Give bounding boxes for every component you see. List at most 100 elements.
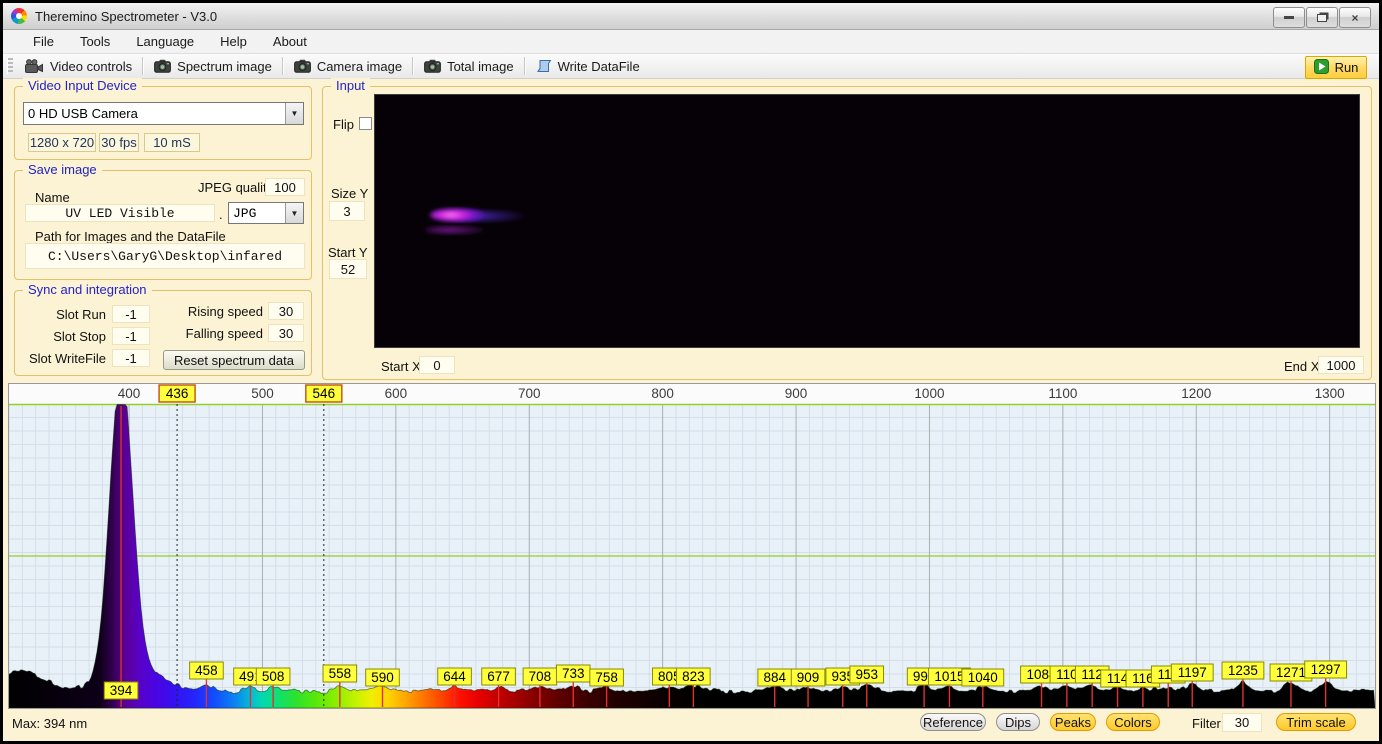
start-x-field[interactable]: 0 — [419, 356, 455, 374]
close-icon: × — [1351, 10, 1359, 25]
svg-text:884: 884 — [763, 670, 786, 685]
flip-label: Flip — [333, 117, 354, 132]
menu-item-help[interactable]: Help — [208, 31, 259, 52]
flip-checkbox[interactable] — [359, 117, 372, 130]
size-y-field[interactable]: 3 — [329, 201, 365, 221]
video-camera-icon — [25, 58, 44, 74]
svg-text:1000: 1000 — [914, 386, 944, 401]
toolbar-item-total-image[interactable]: Total image — [416, 57, 521, 76]
image-name-field[interactable]: UV LED Visible — [25, 204, 215, 222]
play-icon — [1313, 58, 1329, 77]
trim-scale-button[interactable]: Trim scale — [1276, 713, 1356, 731]
filter-field[interactable]: 30 — [1222, 713, 1262, 732]
svg-text:733: 733 — [562, 666, 585, 681]
sync-group: Sync and integration Slot Run -1 Slot Stop… — [14, 282, 312, 376]
svg-text:500: 500 — [251, 386, 274, 401]
scroll-icon — [536, 59, 552, 73]
peaks-button[interactable]: Peaks — [1050, 713, 1096, 731]
spectrum-chart[interactable]: 394 458 491 508 558 590 644 677 708 733 758 805 823 8… — [8, 383, 1376, 709]
toolbar-separator — [523, 57, 526, 75]
sync-speed-field-0[interactable]: 30 — [268, 302, 304, 320]
svg-text:1235: 1235 — [1228, 663, 1258, 678]
menu-bar: File Tools Language Help About — [3, 30, 1379, 54]
filter-label: Filter — [1192, 716, 1221, 731]
dips-button[interactable]: Dips — [996, 713, 1040, 731]
path-field[interactable]: C:\Users\GaryG\Desktop\infared — [25, 243, 305, 269]
sync-speed-field-1[interactable]: 30 — [268, 324, 304, 342]
toolbar-item-camera-image[interactable]: Camera image — [286, 57, 410, 76]
format-select[interactable]: JPG ▼ — [228, 202, 304, 224]
svg-text:1100: 1100 — [1048, 386, 1077, 401]
svg-text:677: 677 — [487, 669, 510, 684]
svg-text:1271: 1271 — [1276, 665, 1306, 680]
camera-view[interactable] — [374, 94, 1360, 348]
max-readout: Max: 394 nm — [12, 716, 88, 731]
reset-spectrum-button[interactable]: Reset spectrum data — [163, 350, 305, 370]
svg-text:110: 110 — [1056, 667, 1078, 682]
sync-title: Sync and integration — [23, 282, 152, 297]
svg-text:590: 590 — [371, 670, 394, 685]
video-input-group: Video Input Device 0 HD USB Camera ▼ 128… — [14, 78, 312, 160]
minimize-button[interactable] — [1273, 7, 1305, 28]
toolbar-item-label: Video controls — [50, 58, 133, 74]
start-x-label: Start X — [381, 359, 421, 374]
format-value: JPG — [233, 205, 257, 221]
sync-field-2[interactable]: -1 — [112, 349, 150, 367]
svg-text:600: 600 — [385, 386, 408, 401]
toolbar-separator — [281, 57, 284, 75]
restore-icon — [1317, 13, 1327, 22]
sync-field-0[interactable]: -1 — [112, 305, 150, 323]
run-button[interactable]: Run — [1305, 56, 1367, 79]
video-param-button-1[interactable]: 30 fps — [99, 133, 139, 152]
name-label: Name — [35, 190, 70, 205]
svg-text:112: 112 — [1081, 667, 1103, 682]
toolbar-separator — [412, 57, 415, 75]
end-x-field[interactable]: 1000 — [1318, 356, 1364, 374]
toolbar-item-spectrum-image[interactable]: Spectrum image — [146, 57, 280, 76]
start-y-field[interactable]: 52 — [329, 259, 367, 279]
video-param-button-0[interactable]: 1280 x 720 — [28, 133, 96, 152]
minimize-icon — [1284, 16, 1294, 19]
menu-item-about[interactable]: About — [261, 31, 319, 52]
end-x-label: End X — [1284, 359, 1320, 374]
sync-speed-label-1: Falling speed — [185, 326, 263, 341]
app-window: { "window": {"title": "Theremino Spectro… — [0, 0, 1382, 744]
toolbar-separator — [142, 57, 145, 75]
reference-button[interactable]: Reference — [920, 713, 986, 731]
svg-text:700: 700 — [518, 386, 541, 401]
colors-button[interactable]: Colors — [1106, 713, 1160, 731]
menu-item-file[interactable]: File — [21, 31, 66, 52]
toolbar-item-label: Write DataFile — [557, 58, 640, 74]
menu-item-tools[interactable]: Tools — [68, 31, 122, 52]
toolbar-grip[interactable] — [7, 58, 13, 74]
laser-spot — [425, 208, 529, 235]
svg-text:546: 546 — [313, 386, 336, 401]
svg-text:758: 758 — [595, 670, 618, 685]
input-title: Input — [331, 78, 370, 93]
menu-item-language[interactable]: Language — [124, 31, 206, 52]
spectrum-plot: 394458 491 508 558 590 644 677 708 733 758 805 823 8… — [8, 384, 1376, 709]
toolbar-item-video-controls[interactable]: Video controls — [17, 57, 140, 76]
sync-label-2: Slot WriteFile — [28, 351, 106, 366]
restore-button[interactable] — [1306, 7, 1338, 28]
video-device-select[interactable]: 0 HD USB Camera ▼ — [23, 102, 304, 125]
title-bar[interactable]: Theremino Spectrometer - V3.0 × — [3, 3, 1379, 30]
svg-text:558: 558 — [329, 666, 352, 681]
svg-text:436: 436 — [166, 386, 189, 401]
svg-text:1197: 1197 — [1178, 665, 1207, 680]
toolbar-item-write-datafile[interactable]: Write DataFile — [528, 57, 648, 76]
video-input-title: Video Input Device — [23, 78, 142, 93]
video-param-button-2[interactable]: 10 mS — [144, 133, 200, 152]
svg-text:1015: 1015 — [934, 669, 964, 684]
toolbar-item-label: Camera image — [316, 58, 403, 74]
window-title: Theremino Spectrometer - V3.0 — [35, 8, 218, 24]
svg-text:116: 116 — [1132, 671, 1154, 686]
svg-text:508: 508 — [262, 669, 285, 684]
camera-icon — [424, 59, 441, 73]
close-button[interactable]: × — [1339, 7, 1371, 28]
start-y-label: Start Y — [328, 245, 368, 260]
svg-text:1297: 1297 — [1311, 662, 1341, 677]
sync-field-1[interactable]: -1 — [112, 327, 150, 345]
jpeg-quality-field[interactable]: 100 — [265, 178, 305, 196]
app-icon — [11, 8, 27, 24]
